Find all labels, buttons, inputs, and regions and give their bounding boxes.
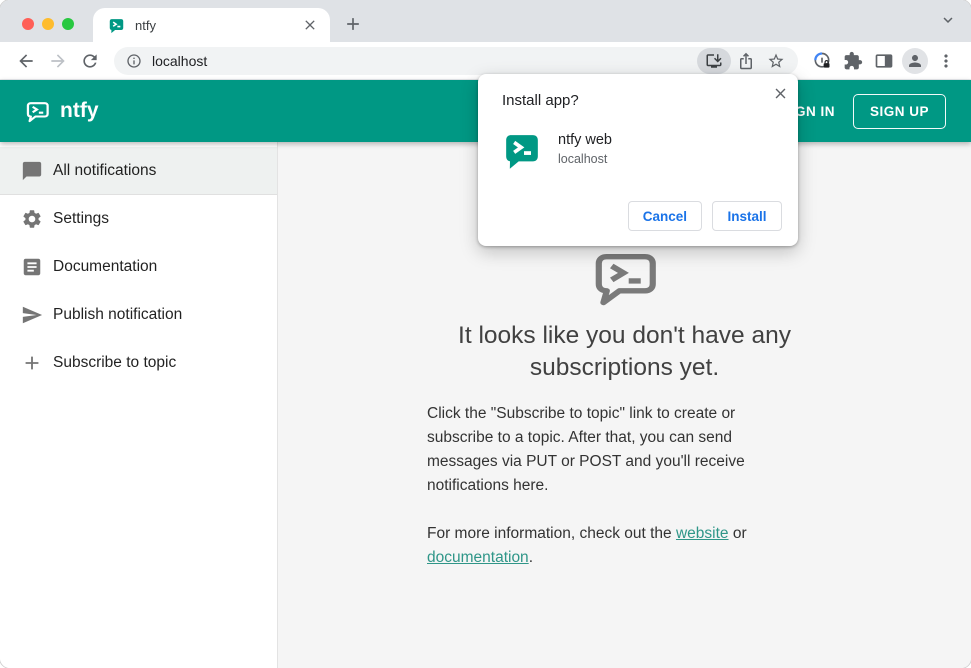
heading-line-1: It looks like you don't have any: [458, 322, 791, 349]
dialog-close-icon[interactable]: [772, 85, 789, 102]
back-button[interactable]: [10, 51, 42, 71]
empty-state-paragraphs: Click the "Subscribe to topic" link to c…: [427, 402, 785, 570]
more-info-paragraph: For more information, check out the webs…: [427, 522, 785, 570]
dialog-title: Install app?: [502, 92, 579, 109]
more-info-suffix: .: [528, 549, 533, 566]
install-app-dialog: Install app? ntfy web localhost Cancel I…: [478, 74, 798, 246]
new-tab-button[interactable]: [343, 14, 363, 34]
window-close-button[interactable]: [22, 18, 34, 30]
sidebar-item-label: Documentation: [53, 258, 158, 275]
sign-up-button[interactable]: SIGN UP: [852, 93, 946, 129]
install-app-button[interactable]: [697, 47, 731, 74]
dialog-app-name: ntfy web: [558, 132, 612, 148]
dialog-body: ntfy web localhost: [502, 130, 782, 171]
bookmark-button[interactable]: [761, 52, 791, 70]
documentation-link[interactable]: documentation: [427, 549, 529, 566]
sidebar-item-label: Settings: [53, 210, 110, 227]
sidebar: All notifications Settings Documentation…: [0, 142, 278, 668]
password-manager-extension-button[interactable]: [806, 51, 837, 71]
side-panel-button[interactable]: [868, 51, 899, 71]
sidebar-item-documentation[interactable]: Documentation: [0, 243, 277, 291]
puzzle-icon: [844, 51, 862, 69]
share-icon: [740, 52, 752, 69]
window-zoom-button[interactable]: [62, 18, 74, 30]
person-icon: [908, 54, 921, 67]
sidebar-item-all-notifications[interactable]: All notifications: [0, 147, 277, 195]
more-info-middle: or: [728, 525, 747, 542]
side-panel-icon: [875, 53, 892, 68]
tab-title: ntfy: [135, 17, 156, 33]
sidebar-item-settings[interactable]: Settings: [0, 195, 277, 243]
heading-line-2: subscriptions yet.: [529, 354, 720, 381]
more-info-prefix: For more information, check out the: [427, 525, 676, 542]
ntfy-app-icon: [504, 133, 540, 171]
extensions-button[interactable]: [837, 51, 868, 71]
chat-icon: [22, 161, 42, 180]
forward-button[interactable]: [42, 51, 74, 71]
dialog-app-info: ntfy web localhost: [558, 130, 612, 166]
cancel-button[interactable]: Cancel: [627, 201, 702, 231]
ntfy-logo-icon: [26, 101, 49, 122]
instructions-paragraph: Click the "Subscribe to topic" link to c…: [427, 405, 745, 494]
share-button[interactable]: [731, 52, 761, 70]
gear-icon: [23, 210, 41, 228]
kebab-menu-icon: [943, 53, 948, 68]
ntfy-favicon-icon: [108, 17, 125, 34]
browser-menu-button[interactable]: [930, 51, 961, 71]
plus-icon: [25, 356, 39, 370]
sidebar-item-label: All notifications: [53, 161, 157, 179]
dialog-actions: Cancel Install: [627, 201, 782, 231]
sidebar-item-label: Publish notification: [53, 306, 183, 323]
empty-state-heading: It looks like you don't have any subscri…: [458, 320, 791, 384]
password-manager-icon: [813, 51, 829, 68]
article-icon: [23, 258, 41, 276]
empty-state-terminal-icon: [588, 246, 662, 310]
sidebar-item-publish-notification[interactable]: Publish notification: [0, 291, 277, 339]
address-bar[interactable]: localhost: [114, 46, 798, 75]
sidebar-item-subscribe-to-topic[interactable]: Subscribe to topic: [0, 339, 277, 387]
star-icon: [768, 53, 784, 68]
dialog-app-origin: localhost: [558, 152, 608, 166]
reload-icon: [83, 53, 97, 68]
avatar: [901, 47, 928, 74]
sidebar-item-label: Subscribe to topic: [53, 354, 177, 371]
url-text[interactable]: localhost: [152, 53, 697, 69]
website-link[interactable]: website: [676, 525, 729, 542]
tab-close-icon[interactable]: [302, 17, 318, 33]
install-desktop-icon: [706, 53, 722, 68]
site-info-icon[interactable]: [126, 53, 142, 69]
browser-window: ntfy localhost ntfy SIGN IN SIGN UP All …: [0, 0, 971, 668]
brand-title: ntfy: [60, 99, 99, 122]
profile-button[interactable]: [899, 47, 930, 74]
reload-button[interactable]: [74, 51, 106, 71]
send-icon: [22, 306, 43, 324]
forward-arrow-icon: [51, 53, 65, 68]
browser-tab[interactable]: ntfy: [93, 8, 330, 42]
tab-strip: ntfy: [0, 0, 971, 42]
back-arrow-icon: [19, 53, 33, 68]
traffic-lights: [22, 18, 74, 30]
window-minimize-button[interactable]: [42, 18, 54, 30]
install-button[interactable]: Install: [712, 201, 782, 231]
tab-search-chevron-icon[interactable]: [939, 11, 957, 29]
